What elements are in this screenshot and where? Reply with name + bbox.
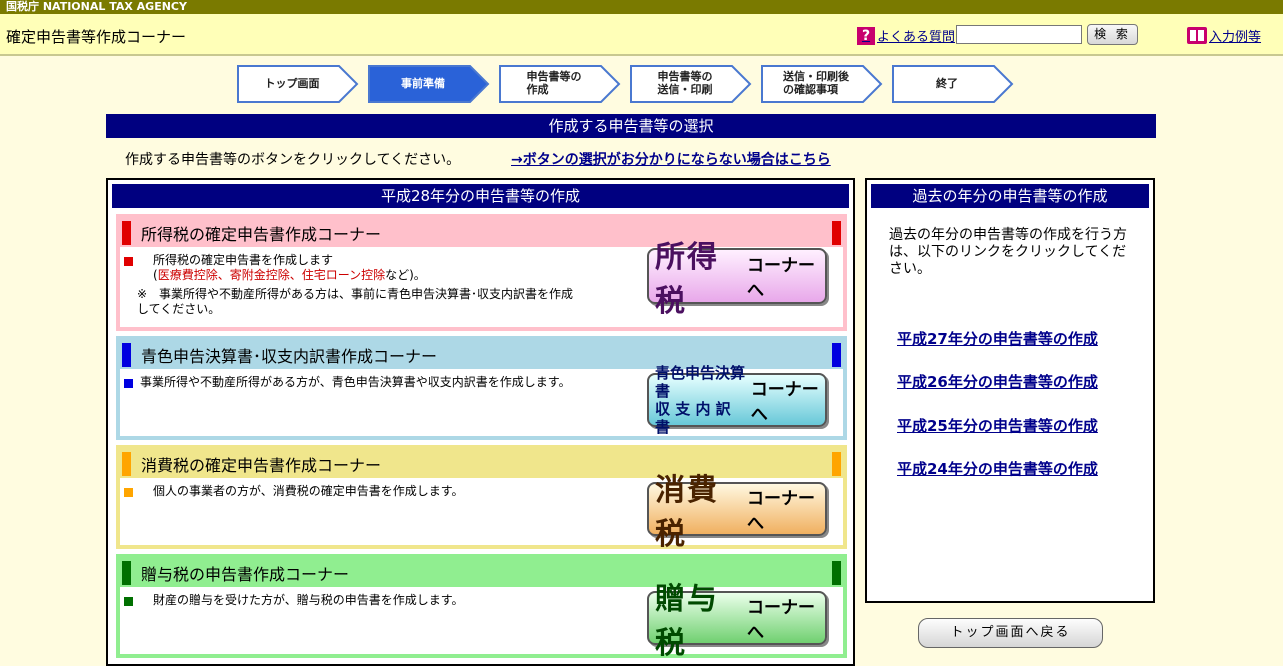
bullet-icon — [124, 257, 133, 266]
past-year-link[interactable]: 平成26年分の申告書等の作成 — [897, 371, 1098, 392]
section-title: 作成する申告書等の選択 — [106, 114, 1156, 138]
gift-tax-corner: 贈与税の申告書作成コーナー 財産の贈与を受けた方が、贈与税の申告書を作成します。… — [116, 554, 847, 661]
past-year-link[interactable]: 平成24年分の申告書等の作成 — [897, 458, 1098, 479]
progress-steps: トップ画面 事前準備 申告書等の 作成 申告書等の 送信・印刷 送信・印刷後 の確認事項… — [237, 65, 1023, 103]
consumption-tax-corner: 消費税の確定申告書作成コーナー 個人の事業者の方が、消費税の確定申告書を作成しま… — [116, 445, 847, 552]
step-label: 事前準備 — [401, 76, 445, 90]
header-marker — [832, 560, 841, 585]
progress-step: 申告書等の 送信・印刷 — [630, 65, 752, 103]
header-marker — [122, 451, 131, 476]
input-example-link[interactable]: 入力例等 — [1187, 26, 1261, 45]
corner-go-label: コーナーへ — [747, 598, 816, 643]
header-marker — [122, 220, 131, 245]
past-years-desc: 過去の年分の申告書等の作成を行う方は、以下のリンクをクリックしてください。 — [889, 227, 1127, 277]
blue-return-corner: 青色申告決算書･収支内訳書作成コーナー 事業所得や不動産所得がある方が、青色申告… — [116, 336, 847, 440]
consumption-tax-corner-button[interactable]: 消費税 コーナーへ — [647, 473, 827, 552]
back-to-top-button[interactable]: トップ画面へ戻る — [918, 618, 1103, 648]
instruction-text: 作成する申告書等のボタンをクリックしてください。 — [125, 152, 461, 168]
past-year-link[interactable]: 平成27年分の申告書等の作成 — [897, 328, 1098, 349]
bullet-icon — [124, 379, 133, 388]
bullet-icon — [124, 488, 133, 497]
blue-return-button-line2: 収 支 内 訳 書 — [655, 400, 731, 436]
step-label: 申告書等の 送信・印刷 — [657, 70, 713, 96]
gift-tax-desc: 財産の贈与を受けた方が、贈与税の申告書を作成します。 — [153, 593, 464, 607]
corner-go-label: コーナーへ — [747, 256, 816, 301]
income-tax-note: ※ 事業所得や不動産所得がある方は、事前に青色申告決算書･収支内訳書を作成してく… — [137, 287, 574, 316]
deduction-examples: 医療費控除、寄附金控除、住宅ローン控除 — [157, 268, 386, 282]
step-label: 終了 — [936, 76, 958, 90]
progress-step: トップ画面 — [237, 65, 359, 103]
gift-tax-button-label: 贈与税 — [655, 582, 719, 661]
corner-go-label: コーナーへ — [747, 489, 816, 534]
income-tax-corner-button[interactable]: 所得税 コーナーへ — [647, 240, 827, 319]
header-marker — [832, 220, 841, 245]
header-marker — [122, 342, 131, 367]
step-label: トップ画面 — [264, 76, 320, 90]
search-button[interactable]: 検 索 — [1087, 24, 1138, 45]
progress-step: 送信・印刷後 の確認事項 — [761, 65, 883, 103]
consumption-tax-desc: 個人の事業者の方が、消費税の確定申告書を作成します。 — [153, 484, 464, 498]
book-icon — [1187, 27, 1207, 44]
progress-step: 申告書等の 作成 — [499, 65, 621, 103]
past-years-title: 過去の年分の申告書等の作成 — [871, 184, 1149, 208]
past-years-box: 過去の年分の申告書等の作成 過去の年分の申告書等の作成を行う方は、以下のリンクを… — [865, 178, 1155, 603]
consumption-tax-button-label: 消費税 — [655, 473, 719, 552]
blue-return-button-label: 青色申告決算書 収 支 内 訳 書 — [655, 364, 747, 436]
agency-strip: 国税庁 NATIONAL TAX AGENCY — [0, 0, 1283, 14]
help-link[interactable]: →ボタンの選択がお分かりにならない場合はこちら — [511, 149, 831, 169]
income-tax-desc: 所得税の確定申告書を作成します — [153, 253, 334, 267]
gift-tax-corner-button[interactable]: 贈与税 コーナーへ — [647, 582, 827, 661]
paren-close: など)。 — [385, 268, 426, 282]
step-label: 送信・印刷後 の確認事項 — [783, 70, 849, 96]
bullet-icon — [124, 597, 133, 606]
current-year-title: 平成28年分の申告書等の作成 — [112, 184, 849, 208]
income-tax-corner: 所得税の確定申告書作成コーナー 所得税の確定申告書を作成します (医療費控除、寄… — [116, 214, 847, 331]
income-tax-button-label: 所得税 — [655, 240, 719, 319]
progress-step: 事前準備 — [368, 65, 490, 103]
blue-return-corner-button[interactable]: 青色申告決算書 収 支 内 訳 書 コーナーへ — [647, 364, 827, 436]
step-label: 申告書等の 作成 — [526, 70, 582, 96]
blue-return-button-line1: 青色申告決算書 — [655, 364, 746, 400]
header-marker — [832, 451, 841, 476]
income-tax-desc-2: (医療費控除、寄附金控除、住宅ローン控除など)。 — [153, 268, 426, 283]
faq-label: よくある質問 — [877, 30, 956, 45]
input-example-label: 入力例等 — [1209, 30, 1262, 45]
faq-link[interactable]: ? よくある質問 — [857, 26, 955, 45]
header-marker — [832, 342, 841, 367]
corner-go-label: コーナーへ — [750, 380, 819, 425]
header: 確定申告書等作成コーナー ? よくある質問 検 索 入力例等 — [0, 14, 1283, 56]
header-marker — [122, 560, 131, 585]
blue-return-title: 青色申告決算書･収支内訳書作成コーナー — [141, 346, 438, 366]
page-title: 確定申告書等作成コーナー — [6, 28, 187, 46]
blue-return-desc: 事業所得や不動産所得がある方が、青色申告決算書や収支内訳書を作成します。 — [140, 375, 571, 389]
current-year-box: 平成28年分の申告書等の作成 所得税の確定申告書作成コーナー 所得税の確定申告書… — [106, 178, 855, 666]
question-icon: ? — [857, 26, 875, 45]
progress-step: 終了 — [892, 65, 1014, 103]
search-input[interactable] — [956, 25, 1082, 44]
past-year-link[interactable]: 平成25年分の申告書等の作成 — [897, 415, 1098, 436]
